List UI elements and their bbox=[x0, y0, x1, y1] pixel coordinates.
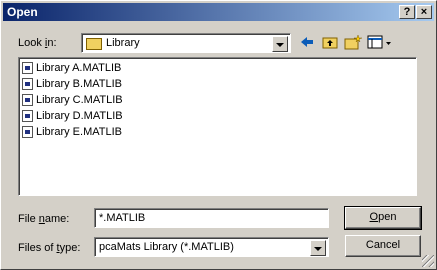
open-dialog: Open ? × Look in: Library Library A.MATL… bbox=[0, 0, 437, 270]
file-name-value: *.MATLIB bbox=[99, 212, 146, 224]
file-name-input[interactable]: *.MATLIB bbox=[94, 208, 329, 228]
file-type-label: Files of type: bbox=[18, 242, 81, 254]
new-folder-icon[interactable] bbox=[343, 34, 363, 52]
window-title: Open bbox=[7, 5, 38, 19]
back-icon[interactable] bbox=[297, 34, 317, 52]
file-icon bbox=[22, 126, 33, 138]
file-icon bbox=[22, 78, 33, 90]
cancel-button[interactable]: Cancel bbox=[345, 235, 421, 257]
file-icon bbox=[22, 94, 33, 106]
close-icon[interactable]: × bbox=[416, 5, 432, 19]
help-icon[interactable]: ? bbox=[399, 5, 415, 19]
look-in-value: Library bbox=[106, 37, 140, 49]
title-bar[interactable]: Open ? × bbox=[3, 3, 434, 21]
file-icon bbox=[22, 110, 33, 122]
chevron-down-icon[interactable] bbox=[310, 240, 326, 256]
folder-icon bbox=[86, 38, 102, 50]
file-list[interactable]: Library A.MATLIB Library B.MATLIB Librar… bbox=[18, 57, 417, 196]
file-icon bbox=[22, 62, 33, 74]
view-menu-icon[interactable] bbox=[366, 34, 394, 52]
open-button[interactable]: Open bbox=[344, 206, 422, 230]
look-in-label: Look in: bbox=[18, 37, 57, 49]
file-name-label: File name: bbox=[18, 213, 70, 225]
chevron-down-icon[interactable] bbox=[272, 36, 288, 52]
up-folder-icon[interactable] bbox=[320, 34, 340, 52]
look-in-dropdown[interactable]: Library bbox=[81, 33, 291, 53]
file-type-value: pcaMats Library (*.MATLIB) bbox=[99, 241, 234, 253]
resize-grip-icon[interactable] bbox=[422, 255, 434, 267]
file-type-dropdown[interactable]: pcaMats Library (*.MATLIB) bbox=[94, 237, 329, 257]
